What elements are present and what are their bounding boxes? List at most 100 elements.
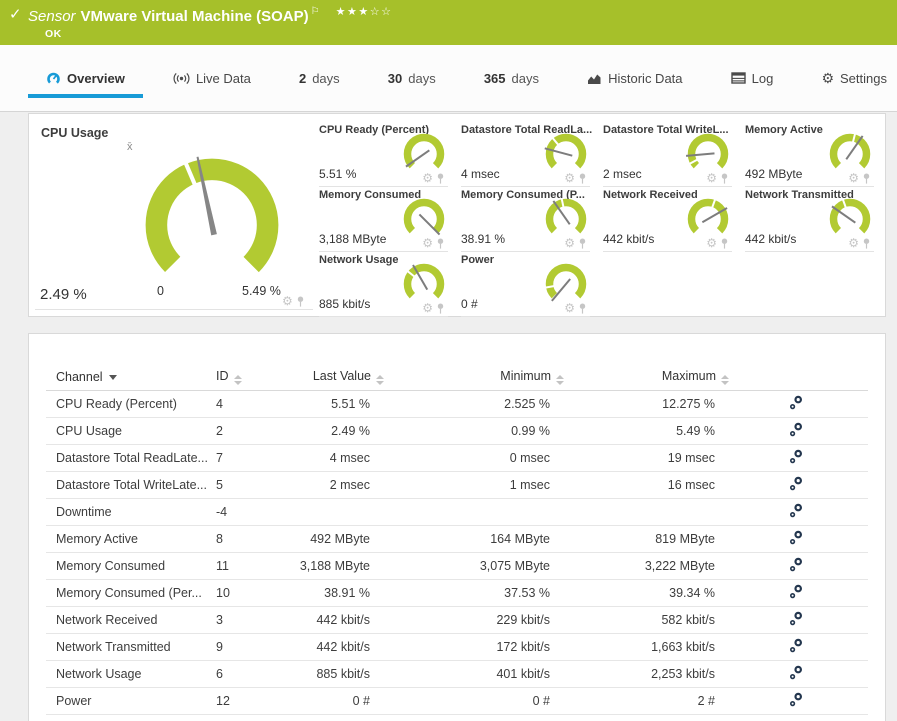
channel-id-cell: 6 (216, 660, 276, 688)
channel-settings-icon[interactable] (789, 530, 803, 545)
gauge-value: 5.51 % (319, 167, 357, 181)
gauge-value: 4 msec (461, 167, 500, 181)
channel-settings-icon[interactable] (789, 557, 803, 572)
gear-icon[interactable]: ⚙ (422, 172, 433, 184)
channel-name-cell: Memory Consumed (Per... (46, 579, 216, 607)
tab-bar: Overview Live Data 2 days 30 days 365 days … (0, 45, 897, 112)
pin-icon[interactable] (578, 173, 587, 184)
gear-icon[interactable]: ⚙ (422, 302, 433, 314)
pin-icon[interactable] (296, 296, 305, 307)
main-gauge-card[interactable]: CPU Usage x̄ 2.49 % 0 5.49 % ⚙ (29, 114, 319, 316)
tab-settings[interactable]: ⚙ Settings (821, 45, 887, 111)
gear-icon[interactable]: ⚙ (422, 237, 433, 249)
gauge-card[interactable]: Datastore Total WriteL... 2 msec ⚙ (603, 122, 745, 187)
gauge-card[interactable]: Network Received 442 kbit/s ⚙ (603, 187, 745, 252)
pin-icon[interactable] (436, 238, 445, 249)
table-row[interactable]: Network Transmitted 9 442 kbit/s 172 kbi… (46, 633, 868, 661)
tab-2-days[interactable]: 2 days (299, 45, 340, 111)
last-value-cell: 0 # (276, 687, 386, 715)
channel-settings-icon[interactable] (789, 476, 803, 491)
pin-icon[interactable] (578, 303, 587, 314)
gauge-value: 3,188 MByte (319, 232, 387, 246)
channel-name-cell: CPU Usage (46, 417, 216, 445)
gear-icon[interactable]: ⚙ (564, 302, 575, 314)
tab-live-data[interactable]: Live Data (173, 45, 251, 111)
maximum-cell: 19 msec (566, 444, 731, 472)
channel-settings-icon[interactable] (789, 584, 803, 599)
minimum-cell: 229 kbit/s (386, 606, 566, 634)
gauge-card[interactable]: Memory Active 492 MByte ⚙ (745, 122, 887, 187)
minimum-cell: 164 MByte (386, 525, 566, 553)
table-row[interactable]: Network Usage 6 885 kbit/s 401 kbit/s 2,… (46, 660, 868, 688)
table-row[interactable]: Datastore Total WriteLate... 5 2 msec 1 … (46, 471, 868, 499)
pin-icon[interactable] (720, 173, 729, 184)
gauge-card[interactable]: Network Transmitted 442 kbit/s ⚙ (745, 187, 887, 252)
log-icon (730, 72, 746, 84)
table-row[interactable]: Memory Active 8 492 MByte 164 MByte 819 … (46, 525, 868, 553)
pin-icon[interactable] (862, 238, 871, 249)
column-header-last-value[interactable]: Last Value (276, 364, 386, 391)
channel-settings-icon[interactable] (789, 692, 803, 707)
maximum-cell: 39.34 % (566, 579, 731, 607)
table-row[interactable]: CPU Ready (Percent) 4 5.51 % 2.525 % 12.… (46, 390, 868, 418)
channel-settings-icon[interactable] (789, 449, 803, 464)
sort-icon (233, 374, 242, 385)
sort-icon (721, 374, 729, 385)
table-row[interactable]: Datastore Total ReadLate... 7 4 msec 0 m… (46, 444, 868, 472)
table-row[interactable]: Power 12 0 # 0 # 2 # (46, 687, 868, 715)
tab-30-days[interactable]: 30 days (388, 45, 436, 111)
gear-icon[interactable]: ⚙ (282, 295, 293, 307)
tab-label: Log (751, 70, 774, 86)
channel-settings-icon[interactable] (789, 422, 803, 437)
gauge-icon (46, 71, 61, 86)
gauge-label: CPU Usage (41, 126, 109, 140)
column-header-maximum[interactable]: Maximum (566, 364, 731, 391)
pin-icon[interactable] (578, 238, 587, 249)
pin-icon[interactable] (720, 238, 729, 249)
gear-icon[interactable]: ⚙ (848, 237, 859, 249)
column-header-id[interactable]: ID (216, 364, 276, 391)
channel-settings-icon[interactable] (789, 611, 803, 626)
table-row[interactable]: Memory Consumed 11 3,188 MByte 3,075 MBy… (46, 552, 868, 580)
gauge-card[interactable]: Memory Consumed (P... 38.91 % ⚙ (461, 187, 603, 252)
channel-settings-icon[interactable] (789, 665, 803, 680)
rating-stars[interactable]: ★★★☆☆ (336, 6, 393, 18)
gear-icon[interactable]: ⚙ (564, 172, 575, 184)
gear-icon[interactable]: ⚙ (706, 237, 717, 249)
last-value-cell: 2.49 % (276, 417, 386, 445)
channel-name-cell: Power (46, 687, 216, 715)
tab-overview[interactable]: Overview (28, 45, 143, 111)
table-row[interactable]: Memory Consumed (Per... 10 38.91 % 37.53… (46, 579, 868, 607)
channel-id-cell: 9 (216, 633, 276, 661)
channel-name-cell: Datastore Total ReadLate... (46, 444, 216, 472)
gauge-card[interactable]: Network Usage 885 kbit/s ⚙ (319, 252, 461, 317)
gauge-card[interactable]: Memory Consumed 3,188 MByte ⚙ (319, 187, 461, 252)
last-value-cell: 885 kbit/s (276, 660, 386, 688)
active-tab-underline (28, 94, 143, 98)
table-row[interactable]: CPU Usage 2 2.49 % 0.99 % 5.49 % (46, 417, 868, 445)
gauge-card[interactable]: Power 0 # ⚙ (461, 252, 603, 317)
pin-icon[interactable] (862, 173, 871, 184)
channel-settings-icon[interactable] (789, 503, 803, 518)
flag-icon[interactable]: ⚐ (311, 6, 320, 17)
last-value-cell: 2 msec (276, 471, 386, 499)
minimum-cell: 0.99 % (386, 417, 566, 445)
gear-icon[interactable]: ⚙ (564, 237, 575, 249)
gear-icon[interactable]: ⚙ (706, 172, 717, 184)
tab-log[interactable]: Log (730, 45, 774, 111)
channel-settings-icon[interactable] (789, 638, 803, 653)
gauge-card[interactable]: Datastore Total ReadLa... 4 msec ⚙ (461, 122, 603, 187)
channel-name-cell: Network Received (46, 606, 216, 634)
pin-icon[interactable] (436, 173, 445, 184)
column-header-minimum[interactable]: Minimum (386, 364, 566, 391)
column-header-channel[interactable]: Channel (46, 364, 216, 391)
table-row[interactable]: Network Received 3 442 kbit/s 229 kbit/s… (46, 606, 868, 634)
table-row[interactable]: Downtime -4 (46, 498, 868, 526)
pin-icon[interactable] (436, 303, 445, 314)
tab-365-days[interactable]: 365 days (484, 45, 539, 111)
tab-historic-data[interactable]: Historic Data (587, 45, 683, 111)
channel-name-cell: Memory Active (46, 525, 216, 553)
gear-icon[interactable]: ⚙ (848, 172, 859, 184)
gauge-card[interactable]: CPU Ready (Percent) 5.51 % ⚙ (319, 122, 461, 187)
channel-settings-icon[interactable] (789, 395, 803, 410)
